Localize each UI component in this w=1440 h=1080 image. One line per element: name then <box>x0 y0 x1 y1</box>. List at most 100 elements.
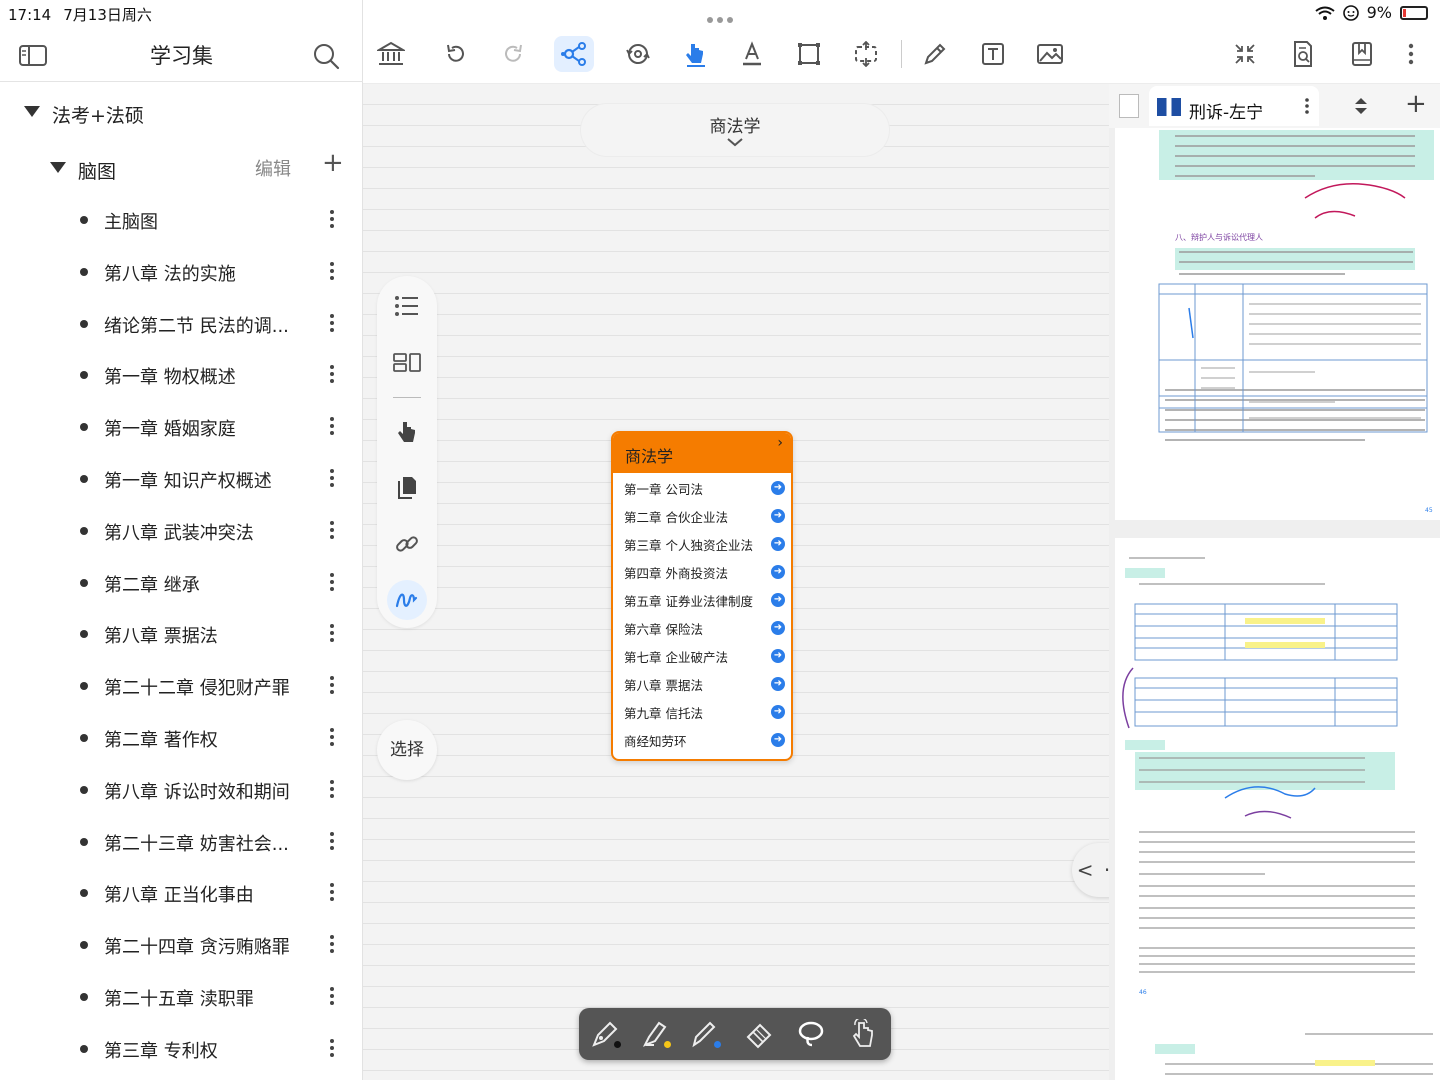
pdf-page-3[interactable] <box>1115 1014 1440 1080</box>
pdf-thumbnail-icon[interactable] <box>1119 94 1139 118</box>
sidebar-item[interactable]: 第一章 物权概述 <box>0 353 363 397</box>
mindmap-node-card[interactable]: 商法学 › 第一章 公司法 ➜ 第二章 合伙企业法 ➜ 第三章 个人独资企业法 ➜ 第四章 … <box>611 431 793 761</box>
more-vertical-icon[interactable] <box>328 261 340 282</box>
mindmap-child-row[interactable]: 商经知劳环 ➜ <box>613 725 791 753</box>
arrow-right-circle-icon[interactable]: ➜ <box>771 593 785 607</box>
more-vertical-icon[interactable] <box>328 728 340 748</box>
highlighter-icon[interactable] <box>637 1016 673 1052</box>
lasso-icon[interactable] <box>793 1016 829 1052</box>
pdf-page-1[interactable]: 八、辩护人与诉讼代理人 45 <box>1115 128 1440 520</box>
sidebar-item[interactable]: 第二十二章 侵犯财产罪 <box>0 664 363 708</box>
sidebar-item[interactable]: 第二十五章 渎职罪 <box>0 975 363 1019</box>
hand-pointer-icon[interactable] <box>675 36 715 72</box>
reorder-icon[interactable] <box>1353 96 1369 120</box>
sidebar-item[interactable]: 第一章 知识产权概述 <box>0 457 363 501</box>
more-vertical-icon[interactable] <box>328 831 340 852</box>
more-vertical-icon[interactable] <box>328 987 340 1007</box>
mindmap-child-row[interactable]: 第八章 票据法 ➜ <box>613 669 791 697</box>
sidebar-item[interactable]: 第八章 武装冲突法 <box>0 509 363 553</box>
collapse-icon[interactable] <box>1225 36 1265 72</box>
arrow-right-circle-icon[interactable]: ➜ <box>771 509 785 523</box>
mindmap-node-header[interactable]: 商法学 › <box>613 433 791 473</box>
mindmap-child-row[interactable]: 第二章 合伙企业法 ➜ <box>613 501 791 529</box>
mindmap-child-row[interactable]: 第七章 企业破产法 ➜ <box>613 641 791 669</box>
outline-list-icon[interactable] <box>387 286 427 326</box>
undo-icon[interactable] <box>436 36 476 72</box>
add-button[interactable]: + <box>322 150 344 176</box>
mindmap-child-row[interactable]: 第一章 公司法 ➜ <box>613 473 791 501</box>
mindmap-icon[interactable] <box>554 36 594 72</box>
more-vertical-icon[interactable] <box>328 1038 340 1059</box>
sidebar-item[interactable]: 第八章 诉讼时效和期间 <box>0 768 363 812</box>
sidebar-item[interactable]: 第二章 继承 <box>0 561 363 605</box>
more-vertical-icon[interactable] <box>328 883 340 903</box>
sidebar-item[interactable]: 第二十四章 贪污贿赂罪 <box>0 923 363 967</box>
sidebar-item[interactable]: 第八章 法的实施 <box>0 250 363 294</box>
more-vertical-icon[interactable] <box>328 210 340 230</box>
pdf-page-2[interactable]: 46 <box>1115 538 1440 1014</box>
more-vertical-icon[interactable] <box>1391 36 1431 72</box>
arrow-right-circle-icon[interactable]: ➜ <box>771 565 785 579</box>
image-icon[interactable] <box>1030 36 1070 72</box>
resize-icon[interactable] <box>846 36 886 72</box>
layout-icon[interactable] <box>387 342 427 382</box>
arrow-right-circle-icon[interactable]: ➜ <box>771 537 785 551</box>
sidebar-item[interactable]: 主脑图 <box>0 198 363 242</box>
sidebar-item[interactable]: 绪论第二节 民法的调... <box>0 302 363 346</box>
sidebar-item[interactable]: 第一章 婚姻家庭 <box>0 405 363 449</box>
copy-pages-icon[interactable] <box>387 468 427 508</box>
sidebar-item[interactable]: 第三章 专利权 <box>0 1027 363 1071</box>
group-mindmaps[interactable]: 脑图 编辑 + <box>0 148 363 188</box>
sidebar-item[interactable]: 第二章 著作权 <box>0 716 363 760</box>
edit-button[interactable]: 编辑 <box>255 155 291 181</box>
mindmap-child-row[interactable]: 第四章 外商投资法 ➜ <box>613 557 791 585</box>
arrow-right-circle-icon[interactable]: ➜ <box>771 677 785 691</box>
auto-layout-icon[interactable] <box>618 36 658 72</box>
search-icon[interactable] <box>312 42 344 70</box>
pdf-tab[interactable]: 刑诉-左宁 <box>1149 86 1319 126</box>
mindmap-child-row[interactable]: 第三章 个人独资企业法 ➜ <box>613 529 791 557</box>
arrow-right-circle-icon[interactable]: ➜ <box>771 649 785 663</box>
freehand-icon[interactable] <box>387 580 427 620</box>
more-vertical-icon[interactable] <box>328 313 340 334</box>
document-title-pill[interactable]: 商法学 <box>581 104 889 156</box>
mindmap-child-row[interactable]: 第五章 证券业法律制度 ➜ <box>613 585 791 613</box>
drag-handle-icon[interactable] <box>705 8 735 27</box>
more-vertical-icon[interactable] <box>328 417 340 437</box>
eraser-icon[interactable] <box>741 1016 777 1052</box>
text-style-icon[interactable] <box>732 36 772 72</box>
text-box-icon[interactable] <box>973 36 1013 72</box>
mindmap-child-row[interactable]: 第九章 信托法 ➜ <box>613 697 791 725</box>
hand-pointer-icon[interactable] <box>387 412 427 452</box>
sidebar-item[interactable]: 第二十三章 妨害社会... <box>0 820 363 864</box>
document-search-icon[interactable] <box>1283 36 1323 72</box>
arrow-right-circle-icon[interactable]: ➜ <box>771 481 785 495</box>
more-vertical-icon[interactable] <box>1305 98 1309 118</box>
more-vertical-icon[interactable] <box>328 469 340 489</box>
arrow-right-circle-icon[interactable]: ➜ <box>771 733 785 747</box>
group-root[interactable]: 法考+法硕 <box>0 94 363 134</box>
notebook-canvas[interactable]: 商法学 选择 商法学 › 第一章 公司法 ➜ 第二章 合伙企业法 ➜ 第三章 个人独资企… <box>363 84 1144 1080</box>
more-vertical-icon[interactable] <box>328 572 340 593</box>
more-vertical-icon[interactable] <box>328 676 340 696</box>
touch-hand-icon[interactable] <box>845 1016 881 1052</box>
redo-icon[interactable] <box>493 36 533 72</box>
select-button[interactable]: 选择 <box>377 720 437 780</box>
sidebar-item[interactable]: 第八章 正当化事由 <box>0 871 363 915</box>
frame-icon[interactable] <box>789 36 829 72</box>
collapse-triangle-icon[interactable] <box>24 106 40 117</box>
mindmap-child-row[interactable]: 第六章 保险法 ➜ <box>613 613 791 641</box>
add-tab-icon[interactable]: + <box>1405 90 1427 118</box>
more-vertical-icon[interactable] <box>328 779 340 800</box>
arrow-right-circle-icon[interactable]: ➜ <box>771 705 785 719</box>
library-icon[interactable] <box>371 36 411 72</box>
more-vertical-icon[interactable] <box>328 624 340 644</box>
arrow-right-circle-icon[interactable]: ➜ <box>771 621 785 635</box>
pencil-tool-icon[interactable] <box>687 1016 723 1052</box>
bookmark-book-icon[interactable] <box>1342 36 1382 72</box>
fountain-pen-icon[interactable] <box>587 1016 623 1052</box>
more-vertical-icon[interactable] <box>328 520 340 541</box>
collapse-triangle-icon[interactable] <box>50 162 66 173</box>
pencil-icon[interactable] <box>915 36 955 72</box>
sidebar-item[interactable]: 第八章 票据法 <box>0 612 363 656</box>
